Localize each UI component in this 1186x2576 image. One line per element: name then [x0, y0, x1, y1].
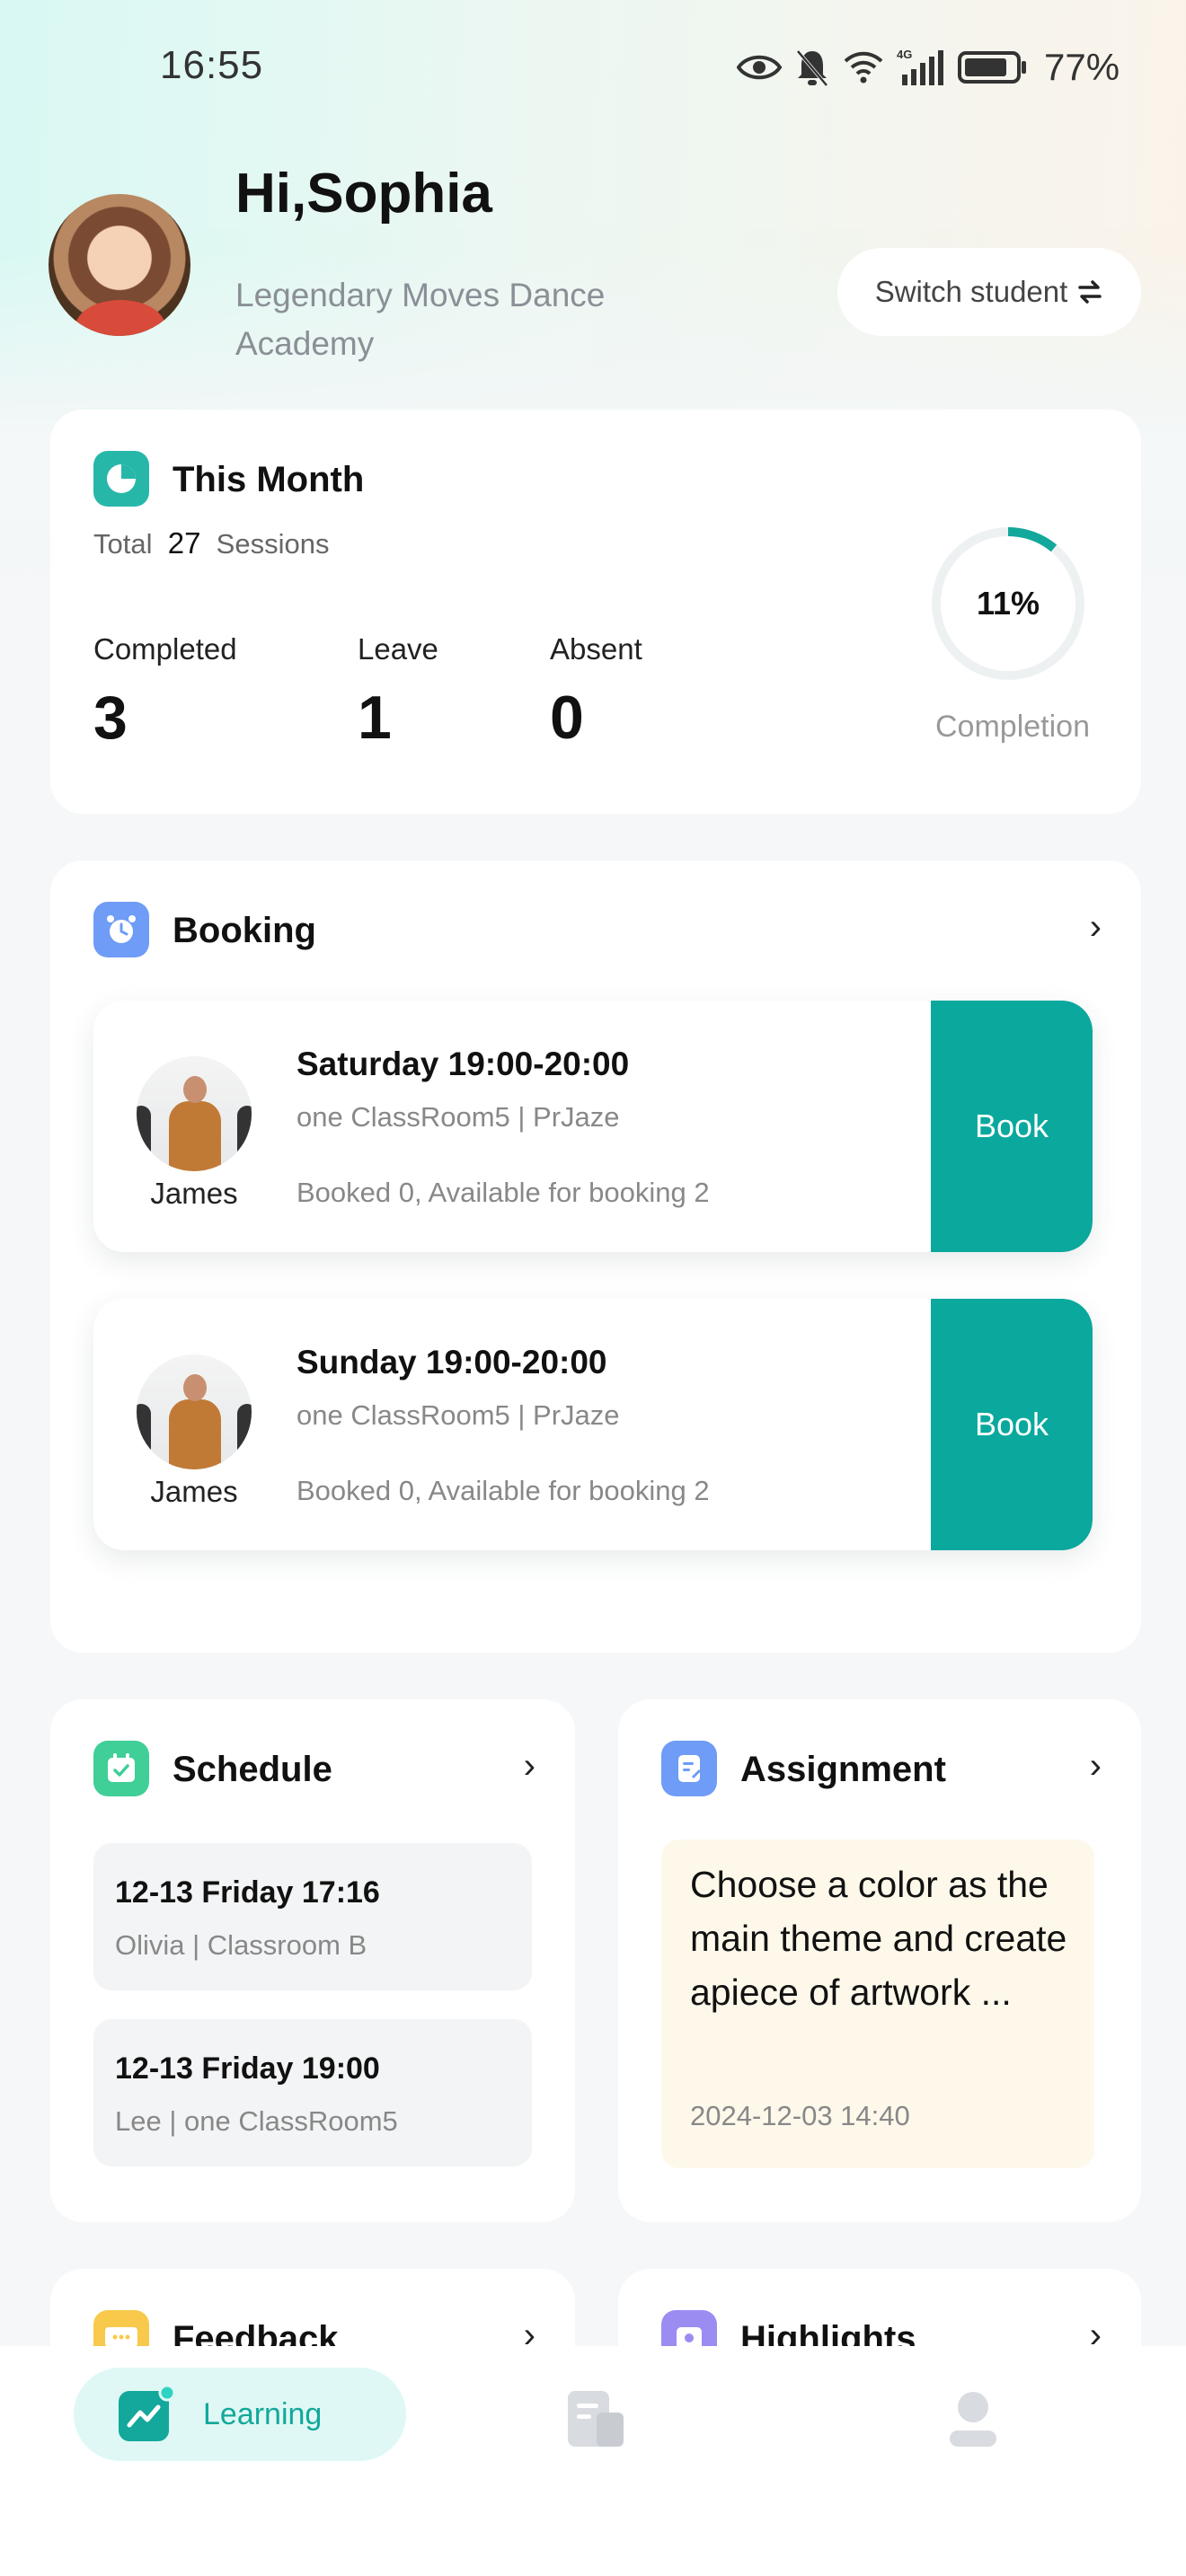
schedule-item[interactable]: 12-13 Friday 19:00 Lee | one ClassRoom5	[93, 2019, 532, 2166]
alarm-clock-icon	[93, 902, 149, 957]
slot-room: one ClassRoom5 | PrJaze	[296, 1399, 620, 1431]
slot-availability: Booked 0, Available for booking 2	[296, 1475, 710, 1506]
mute-bell-icon	[796, 49, 828, 87]
tab-documents[interactable]	[566, 2389, 625, 2453]
status-time: 16:55	[160, 43, 264, 87]
book-button[interactable]: Book	[931, 1001, 1093, 1252]
assignment-title: Assignment	[740, 1750, 946, 1789]
tab-profile[interactable]	[947, 2389, 999, 2453]
booking-title: Booking	[173, 911, 316, 950]
teacher-photo	[137, 1354, 252, 1469]
greeting: Hi,Sophia	[235, 163, 492, 225]
assignment-doc-icon	[661, 1741, 717, 1796]
book-button[interactable]: Book	[931, 1299, 1093, 1550]
slot-time: Saturday 19:00-20:00	[296, 1045, 630, 1082]
this-month-title: This Month	[173, 460, 365, 499]
academy-name: Legendary Moves Dance Academy	[235, 277, 606, 362]
schedule-item[interactable]: 12-13 Friday 17:16 Olivia | Classroom B	[93, 1843, 532, 1990]
booking-item: James Sunday 19:00-20:00 one ClassRoom5 …	[93, 1299, 1093, 1550]
switch-student-button[interactable]: Switch student	[837, 248, 1141, 336]
completion-ring: 11%	[929, 525, 1087, 683]
assignment-date: 2024-12-03 14:40	[690, 2100, 910, 2131]
battery-percent: 77%	[1044, 46, 1120, 88]
profile-icon	[950, 2392, 996, 2447]
booking-more-chevron-icon[interactable]: ›	[1090, 907, 1102, 948]
wifi-icon	[844, 51, 883, 84]
stat-leave: Leave 1	[358, 632, 438, 752]
eye-icon	[737, 55, 782, 80]
teacher-name: James	[150, 1475, 238, 1508]
swap-icon	[1078, 280, 1102, 304]
assignment-text: Choose a color as the main theme and cre…	[690, 1864, 1067, 2013]
document-icon	[568, 2391, 624, 2447]
tab-learning-label: Learning	[203, 2396, 323, 2431]
bottom-tab-bar: Learning	[0, 2346, 1186, 2576]
total-sessions: Total 27 Sessions	[93, 526, 330, 560]
schedule-detail: Olivia | Classroom B	[115, 1929, 367, 1961]
schedule-detail: Lee | one ClassRoom5	[115, 2105, 398, 2137]
schedule-title: Schedule	[173, 1750, 332, 1789]
slot-availability: Booked 0, Available for booking 2	[296, 1177, 710, 1208]
switch-student-label: Switch student	[874, 275, 1068, 308]
svg-text:4G: 4G	[897, 48, 912, 61]
stat-completed: Completed 3	[93, 632, 237, 752]
completion-label: Completion	[935, 710, 1090, 744]
total-sessions-value: 27	[167, 526, 201, 560]
teacher-photo	[137, 1056, 252, 1171]
calendar-icon	[93, 1741, 149, 1796]
signal-4g-icon: 4G	[897, 48, 943, 85]
teacher-name: James	[150, 1177, 238, 1210]
tab-learning[interactable]: Learning	[74, 2368, 406, 2461]
slot-time: Sunday 19:00-20:00	[296, 1344, 607, 1381]
completion-percent: 11%	[976, 585, 1040, 622]
booking-card: Booking › James Saturday 19:00-20:00 one…	[50, 860, 1141, 1653]
status-icons: 4G 77%	[737, 45, 1120, 90]
learning-icon	[119, 2386, 174, 2441]
schedule-date: 12-13 Friday 17:16	[115, 1875, 380, 1910]
assignment-card[interactable]: Assignment › Choose a color as the main …	[618, 1699, 1141, 2222]
student-avatar[interactable]	[49, 194, 190, 336]
assignment-item[interactable]: Choose a color as the main theme and cre…	[661, 1839, 1094, 2168]
schedule-date: 12-13 Friday 19:00	[115, 2051, 380, 2086]
slot-room: one ClassRoom5 | PrJaze	[296, 1101, 620, 1133]
schedule-more-chevron-icon[interactable]: ›	[524, 1746, 535, 1786]
battery-icon	[958, 51, 1026, 84]
booking-item: James Saturday 19:00-20:00 one ClassRoom…	[93, 1001, 1093, 1252]
pie-chart-icon	[93, 451, 149, 507]
schedule-card[interactable]: Schedule › 12-13 Friday 17:16 Olivia | C…	[50, 1699, 575, 2222]
stat-absent: Absent 0	[550, 632, 642, 752]
this-month-card: This Month Total 27 Sessions Completed 3…	[50, 410, 1141, 814]
assignment-more-chevron-icon[interactable]: ›	[1090, 1746, 1102, 1786]
